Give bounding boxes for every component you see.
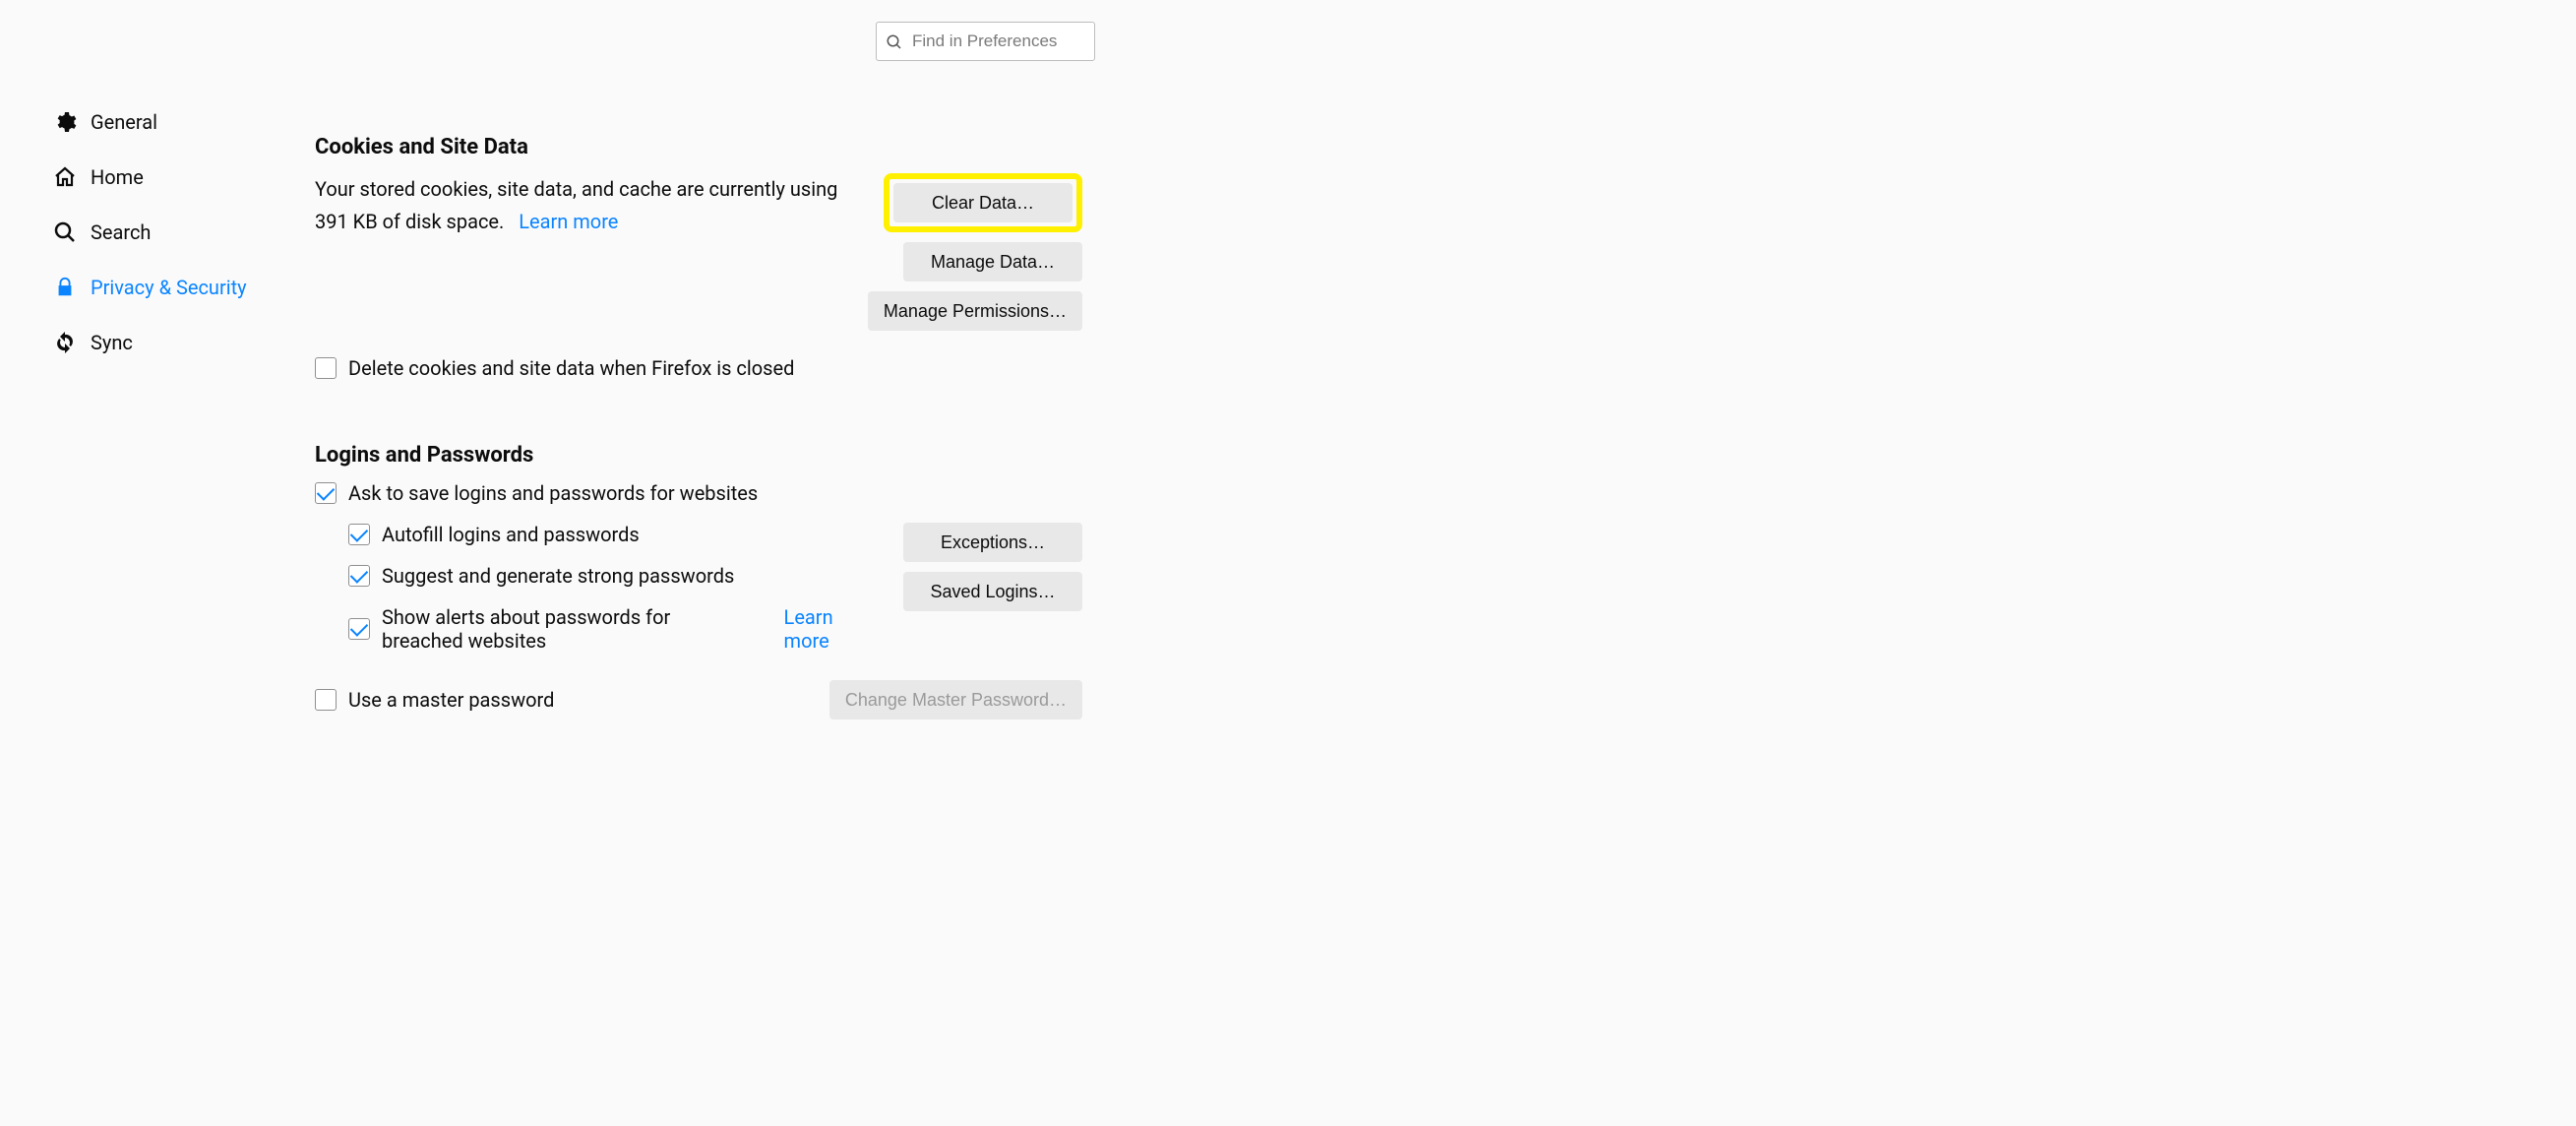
autofill-label: Autofill logins and passwords bbox=[382, 523, 640, 546]
gear-icon bbox=[53, 110, 77, 134]
change-master-password-button[interactable]: Change Master Password… bbox=[829, 680, 1082, 719]
sidebar-item-label: Search bbox=[91, 220, 151, 244]
sidebar-item-label: General bbox=[91, 110, 157, 134]
search-input[interactable] bbox=[876, 22, 1095, 61]
manage-permissions-button[interactable]: Manage Permissions… bbox=[868, 291, 1082, 331]
use-master-label: Use a master password bbox=[348, 688, 554, 712]
manage-data-button[interactable]: Manage Data… bbox=[903, 242, 1082, 282]
suggest-row: Suggest and generate strong passwords bbox=[348, 564, 864, 588]
sidebar-item-general[interactable]: General bbox=[53, 94, 295, 150]
clear-data-highlight: Clear Data… bbox=[884, 173, 1082, 232]
clear-data-button[interactable]: Clear Data… bbox=[893, 183, 1073, 222]
cookies-button-column: Clear Data… Manage Data… Manage Permissi… bbox=[868, 173, 1082, 331]
main-content: Cookies and Site Data Your stored cookie… bbox=[295, 22, 1082, 782]
alerts-checkbox[interactable] bbox=[348, 618, 370, 640]
autofill-checkbox[interactable] bbox=[348, 524, 370, 545]
sidebar-item-privacy[interactable]: Privacy & Security bbox=[53, 260, 295, 315]
cookies-learn-more-link[interactable]: Learn more bbox=[519, 210, 618, 233]
cookies-description: Your stored cookies, site data, and cach… bbox=[315, 173, 842, 331]
delete-on-close-label: Delete cookies and site data when Firefo… bbox=[348, 356, 794, 380]
suggest-label: Suggest and generate strong passwords bbox=[382, 564, 734, 588]
use-master-row: Use a master password bbox=[315, 688, 554, 712]
saved-logins-button[interactable]: Saved Logins… bbox=[903, 572, 1082, 611]
sidebar-item-label: Privacy & Security bbox=[91, 276, 247, 299]
delete-on-close-row: Delete cookies and site data when Firefo… bbox=[315, 356, 1082, 380]
section-title-logins: Logins and Passwords bbox=[315, 443, 1082, 468]
ask-save-row: Ask to save logins and passwords for web… bbox=[315, 481, 864, 505]
logins-options: Ask to save logins and passwords for web… bbox=[315, 481, 864, 653]
sidebar-item-search[interactable]: Search bbox=[53, 205, 295, 260]
alerts-label: Show alerts about passwords for breached… bbox=[382, 605, 751, 653]
lock-icon bbox=[53, 276, 77, 299]
sidebar-item-label: Home bbox=[91, 165, 144, 189]
sync-icon bbox=[53, 331, 77, 354]
sidebar: General Home Search Privacy & Security S bbox=[0, 22, 295, 782]
search-icon bbox=[886, 32, 903, 50]
search-container bbox=[876, 22, 1095, 61]
delete-on-close-checkbox[interactable] bbox=[315, 357, 337, 379]
ask-save-label: Ask to save logins and passwords for web… bbox=[348, 481, 758, 505]
alerts-row: Show alerts about passwords for breached… bbox=[348, 605, 864, 653]
section-title-cookies: Cookies and Site Data bbox=[315, 135, 1082, 159]
section-cookies: Cookies and Site Data Your stored cookie… bbox=[315, 135, 1082, 380]
use-master-checkbox[interactable] bbox=[315, 689, 337, 711]
autofill-row: Autofill logins and passwords bbox=[348, 523, 864, 546]
section-logins: Logins and Passwords Ask to save logins … bbox=[315, 443, 1082, 719]
sidebar-item-label: Sync bbox=[91, 331, 133, 354]
exceptions-button[interactable]: Exceptions… bbox=[903, 523, 1082, 562]
sidebar-item-home[interactable]: Home bbox=[53, 150, 295, 205]
sidebar-item-sync[interactable]: Sync bbox=[53, 315, 295, 370]
search-icon bbox=[53, 220, 77, 244]
ask-save-checkbox[interactable] bbox=[315, 482, 337, 504]
alerts-learn-more-link[interactable]: Learn more bbox=[784, 605, 864, 653]
home-icon bbox=[53, 165, 77, 189]
suggest-checkbox[interactable] bbox=[348, 565, 370, 587]
master-password-row: Use a master password Change Master Pass… bbox=[315, 680, 1082, 719]
logins-button-column: Exceptions… Saved Logins… bbox=[903, 523, 1082, 611]
